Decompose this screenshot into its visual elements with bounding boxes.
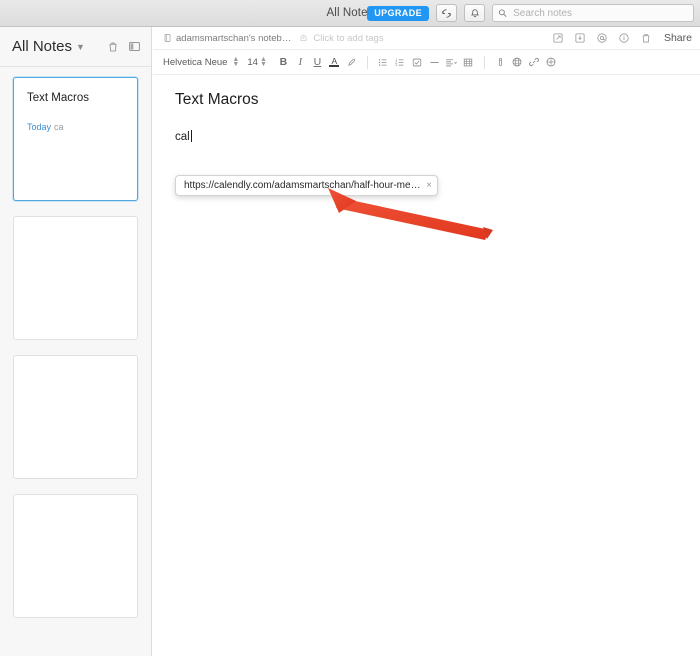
- notes-list[interactable]: Text Macros Today ca: [0, 67, 151, 656]
- numbered-list-button[interactable]: 1 2 3: [392, 54, 409, 71]
- upgrade-button[interactable]: UPGRADE: [367, 5, 429, 21]
- titlebar-actions: UPGRADE: [367, 4, 694, 22]
- more-icon: [546, 57, 556, 67]
- text-cursor: [190, 130, 192, 142]
- svg-text:3: 3: [396, 63, 398, 67]
- note-header-actions: Share: [552, 32, 692, 44]
- share-button[interactable]: Share: [662, 32, 692, 44]
- note-card[interactable]: [13, 355, 138, 479]
- note-header-bar: adamsmartschan's noteb… Click to add tag…: [153, 27, 700, 50]
- bullet-list-icon: [379, 58, 387, 66]
- note-editor-pane: adamsmartschan's noteb… Click to add tag…: [153, 27, 700, 656]
- table-button[interactable]: [460, 54, 477, 71]
- web-clip-icon: [512, 57, 522, 67]
- highlight-button[interactable]: [343, 54, 360, 71]
- text-color-swatch: [329, 64, 340, 68]
- present-icon[interactable]: [574, 32, 586, 44]
- sidebar-header-icons: [107, 40, 141, 53]
- align-button[interactable]: [443, 54, 460, 71]
- autocomplete-suggestion[interactable]: https://calendly.com/adamsmartschan/half…: [184, 180, 421, 191]
- table-icon: [464, 58, 473, 66]
- note-paragraph[interactable]: cal: [175, 127, 700, 145]
- tags-placeholder[interactable]: Click to add tags: [313, 33, 383, 44]
- toolbar-separator: [483, 55, 485, 69]
- attachment-button[interactable]: [492, 54, 509, 71]
- note-title[interactable]: Text Macros: [175, 91, 700, 109]
- horizontal-rule-icon: [430, 61, 439, 63]
- link-button[interactable]: [526, 54, 543, 71]
- trash-icon[interactable]: [640, 32, 652, 44]
- note-card[interactable]: [13, 216, 138, 340]
- close-icon[interactable]: ×: [421, 180, 432, 191]
- web-clip-button[interactable]: [509, 54, 526, 71]
- bell-icon: [470, 8, 479, 17]
- sidebar-title[interactable]: All Notes: [12, 38, 72, 55]
- font-family-stepper[interactable]: ▲ ▼: [232, 56, 240, 68]
- bullet-list-button[interactable]: [375, 54, 392, 71]
- tag-icon-glyph: [300, 34, 307, 41]
- font-family-selector[interactable]: Helvetica Neue: [163, 57, 227, 68]
- note-card-date: Today: [27, 122, 52, 132]
- note-card-title: Text Macros: [27, 92, 89, 104]
- trash-icon-glyph: [109, 42, 117, 52]
- more-button[interactable]: [543, 54, 560, 71]
- present-icon-glyph: [575, 33, 585, 43]
- text-color-button[interactable]: A: [326, 54, 343, 71]
- edit-in-new-window-icon[interactable]: [552, 32, 564, 44]
- notes-sidebar: All Notes ▼ Text Macros Today ca: [0, 27, 152, 656]
- sync-button[interactable]: [436, 4, 457, 22]
- note-card-text-macros[interactable]: Text Macros Today ca: [13, 77, 138, 201]
- sidebar-toggle-icon-glyph: [129, 41, 140, 52]
- link-icon: [529, 57, 540, 67]
- mention-icon-glyph: [597, 33, 607, 43]
- checklist-icon: [413, 58, 422, 66]
- checklist-button[interactable]: [409, 54, 426, 71]
- highlighter-icon: [348, 58, 355, 66]
- notifications-button[interactable]: [464, 4, 485, 22]
- tag-icon[interactable]: [299, 33, 308, 43]
- info-icon-glyph: [619, 33, 629, 43]
- window-titlebar: All Notes UPGRADE: [0, 0, 700, 27]
- note-card-snippet: ca: [54, 122, 64, 132]
- trash-icon[interactable]: [107, 40, 119, 53]
- text-macro-autocomplete-popup[interactable]: https://calendly.com/adamsmartschan/half…: [175, 175, 438, 196]
- note-content-area[interactable]: Text Macros cal https://calendly.com/ada…: [153, 75, 700, 196]
- toolbar-separator: [366, 55, 368, 69]
- notebook-icon: [163, 33, 172, 43]
- chevron-down-icon[interactable]: ▼: [76, 42, 85, 52]
- evernote-window: All Notes UPGRADE Search notes All Notes…: [0, 0, 700, 656]
- font-size-stepper[interactable]: ▲ ▼: [259, 56, 267, 68]
- text-color-label: A: [331, 55, 338, 66]
- note-typed-text: cal: [175, 131, 190, 143]
- search-box[interactable]: [492, 4, 694, 22]
- bold-button[interactable]: B: [275, 54, 292, 71]
- note-card[interactable]: [13, 494, 138, 618]
- stepper-down-icon: ▼: [259, 61, 267, 68]
- trash-icon-glyph: [642, 34, 650, 43]
- numbered-list-icon: 1 2 3: [396, 57, 404, 67]
- edit-in-new-window-icon-glyph: [553, 33, 563, 43]
- horizontal-rule-button[interactable]: [426, 54, 443, 71]
- mention-icon[interactable]: [596, 32, 608, 44]
- stepper-down-icon: ▼: [232, 61, 240, 68]
- info-icon[interactable]: [618, 32, 630, 44]
- notebook-icon-glyph: [164, 34, 171, 42]
- notebook-name[interactable]: adamsmartschan's noteb…: [176, 33, 291, 44]
- sync-icon: [442, 8, 451, 18]
- attachment-icon: [499, 57, 502, 67]
- note-card-meta: Today ca: [27, 122, 124, 132]
- sidebar-toggle-icon[interactable]: [128, 40, 141, 53]
- format-toolbar: Helvetica Neue ▲ ▼ 14 ▲ ▼ B I U A 1 2 3: [153, 50, 700, 75]
- align-icon: [446, 58, 458, 66]
- search-icon: [498, 9, 507, 17]
- sidebar-header: All Notes ▼: [0, 27, 151, 67]
- font-size-value[interactable]: 14: [247, 57, 258, 68]
- search-input[interactable]: [511, 6, 688, 20]
- italic-button[interactable]: I: [292, 54, 309, 71]
- underline-button[interactable]: U: [309, 54, 326, 71]
